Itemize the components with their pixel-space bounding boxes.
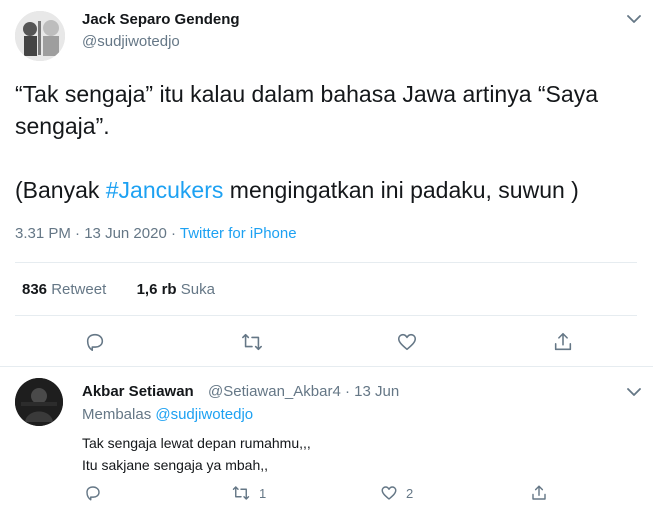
tweet-time[interactable]: 3.31 PM [15, 225, 71, 242]
reply-reply-button[interactable] [84, 484, 102, 502]
like-count: 1,6 rb [136, 281, 177, 298]
reply-retweet-button[interactable]: 1 [231, 484, 266, 502]
avatar-image [15, 378, 63, 426]
author-handle[interactable]: @sudjiwotedjo [82, 33, 180, 50]
share-button[interactable] [552, 331, 574, 353]
reply-like-button[interactable]: 2 [380, 484, 413, 502]
reply-author-name[interactable]: Akbar Setiawan [82, 383, 194, 400]
like-label: Suka [180, 281, 215, 298]
divider [15, 262, 637, 263]
heart-icon [397, 333, 417, 351]
chevron-down-icon[interactable] [625, 10, 643, 28]
replying-prefix: Membalas [82, 406, 156, 423]
reply-author-avatar[interactable] [15, 378, 63, 426]
tweet-stats: 836 Retweet 1,6 rb Suka [22, 281, 215, 298]
meta-separator: · [340, 383, 355, 400]
replying-to: Membalas @sudjiwotedjo [82, 406, 253, 423]
like-stat[interactable]: 1,6 rb Suka [137, 281, 215, 298]
reply-body: Tak sengaja lewat depan rumahmu,,, Itu s… [82, 432, 311, 476]
tweet-date[interactable]: 13 Jun 2020 [84, 225, 167, 242]
tweet-meta: 3.31 PM · 13 Jun 2020 · Twitter for iPho… [15, 225, 297, 242]
tweet-separator [0, 366, 653, 367]
avatar-image [15, 11, 65, 61]
replying-to-handle[interactable]: @sudjiwotedjo [155, 406, 253, 423]
reply-button[interactable] [84, 331, 106, 353]
tweet-text-line-2: sengaja”. [15, 113, 110, 139]
reply-icon [86, 486, 100, 501]
reply-date[interactable]: 13 Jun [354, 383, 399, 400]
tweet-text-line-1: “Tak sengaja” itu kalau dalam bahasa Jaw… [15, 81, 598, 107]
retweet-count: 836 [22, 281, 48, 298]
meta-separator: · [70, 225, 85, 242]
reply-text-line-1: Tak sengaja lewat depan rumahmu,,, [82, 435, 311, 451]
heart-icon [381, 486, 397, 500]
reply-text-line-2: Itu sakjane sengaja ya mbah,, [82, 457, 269, 473]
reply-retweet-count: 1 [259, 485, 267, 501]
author-name[interactable]: Jack Separo Gendeng [82, 11, 240, 28]
main-tweet: Jack Separo Gendeng @sudjiwotedjo “Tak s… [0, 0, 653, 366]
author-avatar[interactable] [15, 11, 65, 61]
reply-icon [86, 333, 104, 352]
share-icon [554, 332, 572, 351]
reply-like-count: 2 [406, 485, 414, 501]
reply-header-meta: @Setiawan_Akbar4 · 13 Jun [208, 383, 399, 400]
divider [15, 315, 637, 316]
retweet-icon [232, 486, 250, 500]
share-icon [532, 485, 546, 500]
retweet-button[interactable] [240, 331, 264, 353]
tweet-text-line-3-suffix: mengingatkan ini padaku, suwun ) [223, 177, 579, 203]
tweet-text-line-3-prefix: (Banyak [15, 177, 106, 203]
retweet-label: Retweet [51, 281, 107, 298]
retweet-icon [242, 333, 262, 351]
reply-author-handle[interactable]: @Setiawan_Akbar4 [208, 383, 341, 400]
chevron-down-icon[interactable] [625, 383, 643, 401]
hashtag-link[interactable]: #Jancukers [106, 177, 224, 203]
tweet-source-link[interactable]: Twitter for iPhone [180, 225, 297, 242]
like-button[interactable] [396, 331, 418, 353]
tweet-body: “Tak sengaja” itu kalau dalam bahasa Jaw… [15, 78, 635, 206]
reply-share-button[interactable] [530, 484, 548, 502]
meta-separator: · [166, 225, 180, 242]
retweet-stat[interactable]: 836 Retweet [22, 281, 106, 298]
